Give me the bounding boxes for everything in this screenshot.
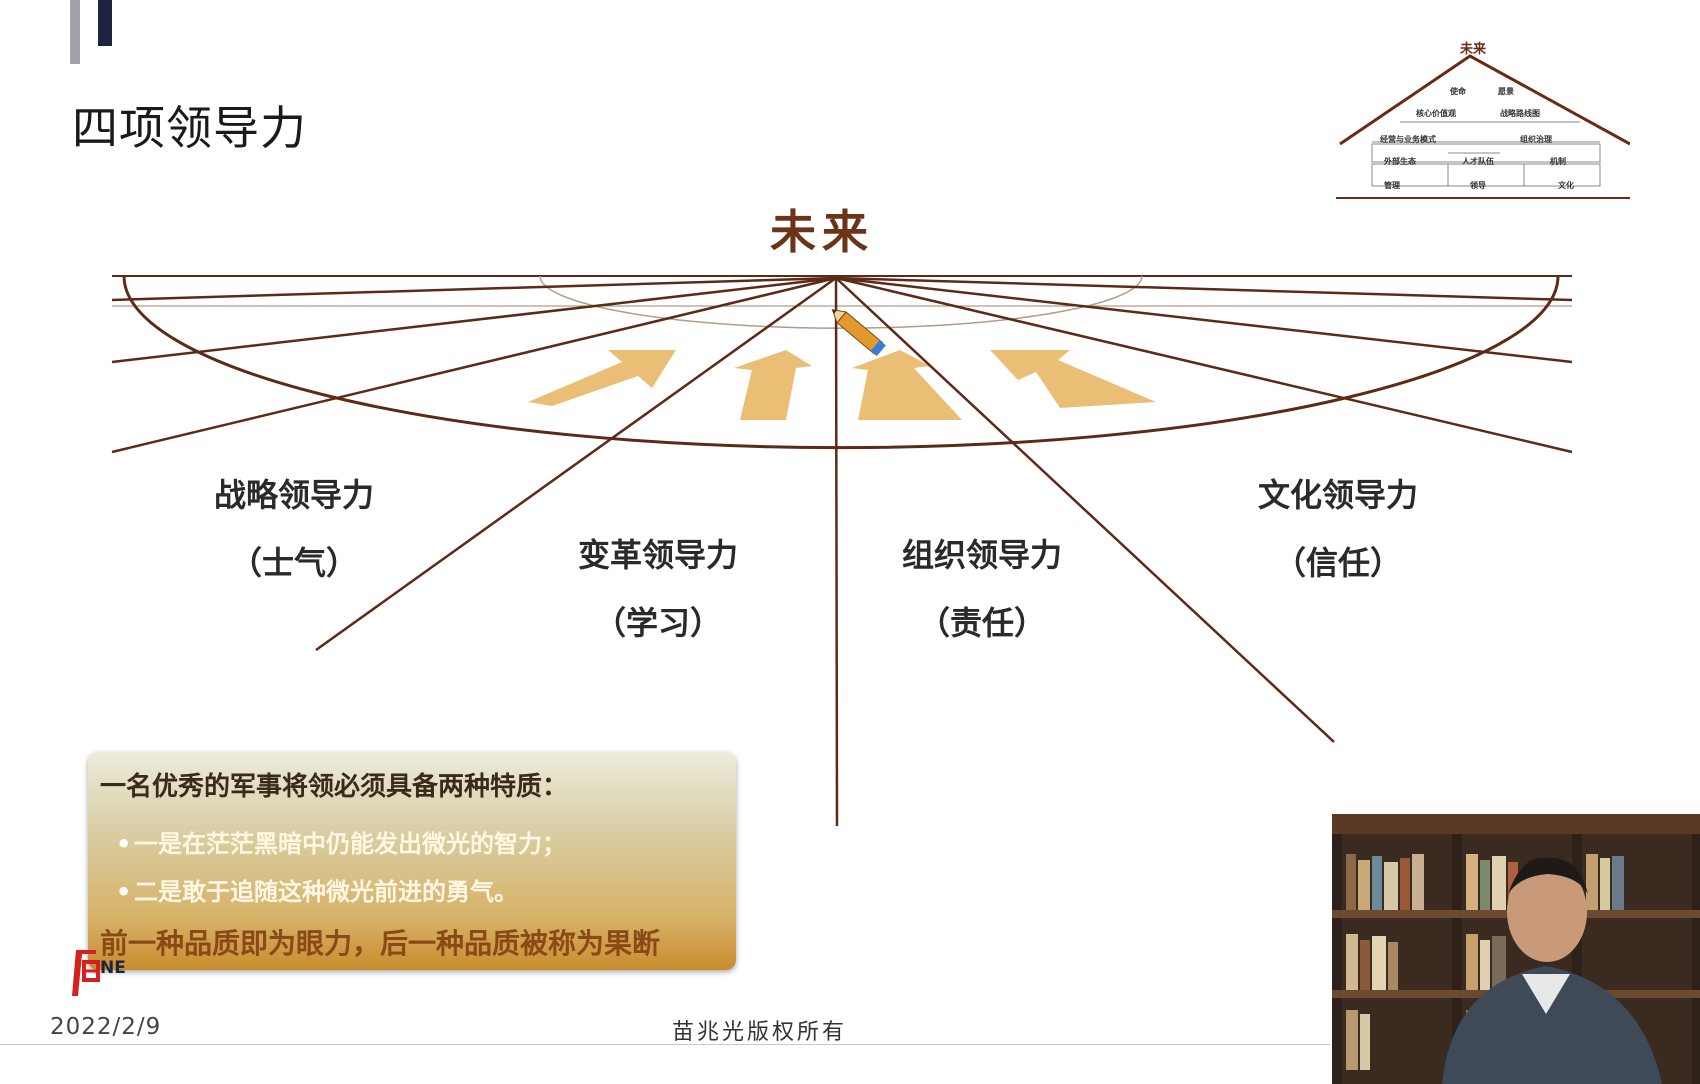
logo-text: NE <box>100 958 126 978</box>
slide-canvas: 四项领导力 未来 使命 愿景 核心价值观 战略路线图 经营与业务模式 组织治理 … <box>0 0 1700 1084</box>
webcam-video-feed[interactable] <box>1332 814 1700 1084</box>
quote-bullet-1: • 一是在茫茫黑暗中仍能发出微光的智力； <box>116 824 566 859</box>
leadership-name: 文化领导力 <box>1257 476 1418 514</box>
quote-box: 一名优秀的军事将领必须具备两种特质： • 一是在茫茫黑暗中仍能发出微光的智力； •… <box>88 752 736 970</box>
leadership-name: 变革领导力 <box>577 536 738 574</box>
leadership-value: （士气） <box>229 544 358 582</box>
webcam-scene <box>1332 814 1700 1084</box>
quote-bullet-2: • 二是敢于追随这种微光前进的勇气。 <box>116 872 518 907</box>
copyright-notice: 苗兆光版权所有 <box>672 1020 848 1045</box>
leadership-value: （责任） <box>917 604 1046 642</box>
slide-date: 2022/2/9 <box>50 1014 162 1040</box>
bullet-dot: • <box>116 830 132 858</box>
quote-heading: 一名优秀的军事将领必须具备两种特质： <box>100 772 569 802</box>
brand-logo: NE <box>66 944 136 1000</box>
arrow-3 <box>852 350 962 420</box>
leadership-culture: 文化领导力 （信任） <box>1218 470 1458 584</box>
arrow-4 <box>990 350 1156 408</box>
leadership-name: 战略领导力 <box>213 476 374 514</box>
bullet-dot: • <box>116 878 132 906</box>
leadership-name: 组织领导力 <box>901 536 1062 574</box>
footer-divider <box>0 1044 1330 1045</box>
arrow-1 <box>528 350 676 406</box>
outer-arc <box>122 275 1560 450</box>
quote-conclusion: 前一种品质即为眼力，后一种品质被称为果断 <box>100 927 661 960</box>
leadership-organization: 组织领导力 （责任） <box>862 530 1102 644</box>
quote-bullet-text: 一是在茫茫黑暗中仍能发出微光的智力； <box>134 830 566 858</box>
quote-bullet-text: 二是敢于追随这种微光前进的勇气。 <box>134 878 518 906</box>
leadership-strategic: 战略领导力 （士气） <box>174 470 414 584</box>
leadership-value: （信任） <box>1273 544 1402 582</box>
arrow-2 <box>734 350 812 420</box>
leadership-value: （学习） <box>593 604 722 642</box>
future-label: 未来 <box>770 205 874 259</box>
leadership-change: 变革领导力 （学习） <box>538 530 778 644</box>
